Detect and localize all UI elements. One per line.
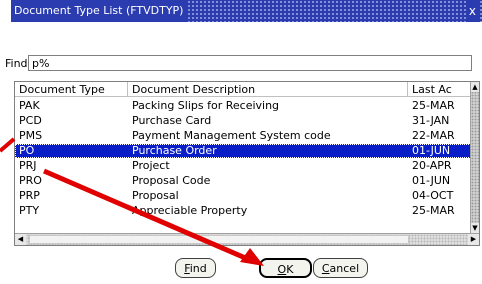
cell-document-description: Project xyxy=(132,159,170,172)
table-row[interactable]: PRP Proposal 04-OCT xyxy=(15,189,473,203)
cell-document-description: Proposal xyxy=(132,189,179,202)
cell-document-type: PRJ xyxy=(19,159,37,172)
cell-document-type: PO xyxy=(19,144,35,157)
cell-last-activity: 20-APR xyxy=(412,159,452,172)
table-row[interactable]: PAK Packing Slips for Receiving 25-MAR xyxy=(15,99,473,113)
find-label: Find xyxy=(5,57,28,70)
cell-document-description: Purchase Order xyxy=(132,144,217,157)
table-row[interactable]: PTY Appreciable Property 25-MAR xyxy=(15,204,473,218)
cell-last-activity: 04-OCT xyxy=(412,189,454,202)
cell-last-activity: 25-MAR xyxy=(412,204,455,217)
close-icon[interactable]: x xyxy=(466,0,478,22)
cell-document-description: Packing Slips for Receiving xyxy=(132,99,280,112)
cell-last-activity: 25-MAR xyxy=(412,99,455,112)
horizontal-scrollbar[interactable]: ◀ ▶ xyxy=(15,233,479,245)
cell-last-activity: 31-JAN xyxy=(412,114,450,127)
cancel-button[interactable]: Cancel xyxy=(313,258,368,278)
cell-document-description: Payment Management System code xyxy=(132,129,331,142)
vertical-scrollbar[interactable]: ▲ ▼ xyxy=(470,82,479,233)
column-header-last-activity[interactable]: Last Ac xyxy=(408,82,471,97)
horizontal-scroll-thumb[interactable] xyxy=(29,235,409,244)
cell-document-type: PRO xyxy=(19,174,42,187)
table-row[interactable]: PMS Payment Management System code 22-MAR xyxy=(15,129,473,143)
scroll-right-icon[interactable]: ▶ xyxy=(468,234,479,245)
table-row[interactable]: PRJ Project 20-APR xyxy=(15,159,473,173)
cell-document-type: PMS xyxy=(19,129,43,142)
cell-document-description: Proposal Code xyxy=(132,174,211,187)
cell-last-activity: 22-MAR xyxy=(412,129,455,142)
cell-document-type: PCD xyxy=(19,114,42,127)
find-button[interactable]: Find xyxy=(175,258,216,278)
cell-document-type: PAK xyxy=(19,99,40,112)
cell-document-description: Appreciable Property xyxy=(132,204,248,217)
cell-last-activity: 01-JUN xyxy=(412,174,451,187)
table-row[interactable]: PO Purchase Order 01-JUN xyxy=(15,144,473,158)
scroll-down-icon[interactable]: ▼ xyxy=(471,223,479,233)
scroll-up-icon[interactable]: ▲ xyxy=(471,82,479,92)
table-header: Document Type Document Description Last … xyxy=(15,82,479,98)
document-type-table: Document Type Document Description Last … xyxy=(14,81,480,246)
table-row[interactable]: PRO Proposal Code 01-JUN xyxy=(15,174,473,188)
cancel-button-accel: C xyxy=(321,262,330,275)
cell-last-activity: 01-JUN xyxy=(412,144,451,157)
find-input[interactable]: p% xyxy=(28,55,472,71)
ok-button-accel: O xyxy=(277,263,287,276)
ok-button[interactable]: OK xyxy=(259,258,312,278)
scroll-left-icon[interactable]: ◀ xyxy=(15,234,26,245)
cell-document-type: PTY xyxy=(19,204,40,217)
column-header-document-description[interactable]: Document Description xyxy=(128,82,408,97)
title-bar[interactable]: Document Type List (FTVDTYP) x xyxy=(11,0,482,22)
find-button-label: ind xyxy=(189,262,207,275)
window-title: Document Type List (FTVDTYP) xyxy=(11,0,187,22)
column-header-document-type[interactable]: Document Type xyxy=(15,82,128,97)
table-row[interactable]: PCD Purchase Card 31-JAN xyxy=(15,114,473,128)
cell-document-description: Purchase Card xyxy=(132,114,212,127)
ok-button-label: K xyxy=(286,263,294,276)
cell-document-type: PRP xyxy=(19,189,40,202)
cancel-button-label: ancel xyxy=(329,262,360,275)
